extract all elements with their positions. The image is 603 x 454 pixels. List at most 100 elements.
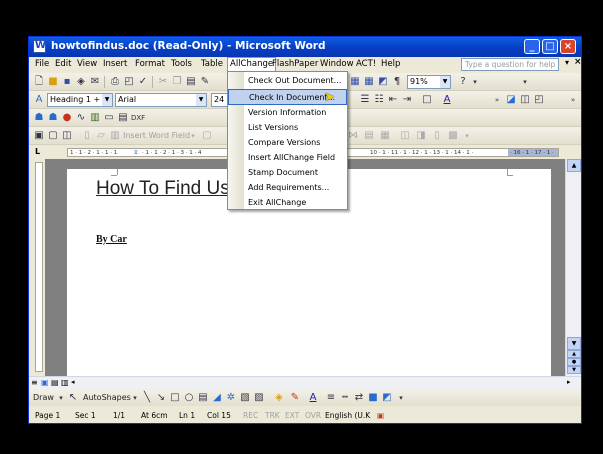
vertical-ruler[interactable] (35, 162, 43, 372)
status-rec[interactable]: REC (243, 411, 258, 420)
status-ext[interactable]: EXT (285, 411, 299, 420)
tool-icon[interactable]: ▦ (379, 130, 391, 142)
word-document-icon[interactable] (33, 40, 46, 53)
menu-edit[interactable]: Edit (55, 59, 71, 69)
tool-icon[interactable]: ▯ (81, 130, 93, 142)
scroll-down-button[interactable]: ▼ (567, 337, 581, 350)
tool-icon[interactable]: ▤ (117, 112, 129, 124)
normal-view-icon[interactable]: ≡ (31, 378, 38, 387)
tool-icon[interactable]: ⋈ (347, 130, 359, 142)
menu-flashpaper[interactable]: FlashPaper (272, 59, 318, 69)
shadow-style-icon[interactable]: ■ (367, 392, 379, 404)
scroll-right-button[interactable]: ▸ (567, 378, 571, 386)
tool-icon[interactable]: ▢ (201, 130, 213, 142)
scroll-left-button[interactable]: ◂ (71, 378, 75, 386)
picture-icon[interactable]: ▨ (253, 392, 265, 404)
arrow-icon[interactable]: ↘ (155, 392, 167, 404)
chevron-down-icon[interactable]: ▾ (129, 392, 141, 404)
tool-icon[interactable]: ▤ (363, 130, 375, 142)
review-icon[interactable]: ◰ (533, 94, 545, 106)
help-box-dropdown-icon[interactable]: ▾ (565, 58, 569, 67)
toolbar-options-icon[interactable]: » (567, 94, 579, 106)
font-select[interactable]: Arial ▼ (115, 93, 207, 107)
toolbar-options-icon[interactable]: » (491, 94, 503, 106)
status-ovr[interactable]: OVR (305, 411, 321, 420)
permission-icon[interactable]: ◈ (75, 76, 87, 88)
line-color-icon[interactable]: ✎ (289, 392, 301, 404)
tool-icon[interactable]: ▣ (33, 130, 45, 142)
draw-menu-button[interactable]: Draw (33, 393, 54, 402)
save-icon[interactable]: ▪ (61, 76, 73, 88)
show-hide-icon[interactable]: ¶ (391, 76, 403, 88)
tool-icon[interactable]: ◨ (415, 130, 427, 142)
paste-icon[interactable]: ▤ (185, 76, 197, 88)
tool-icon[interactable]: DXF (131, 112, 145, 124)
tool-icon[interactable]: ▭ (103, 112, 115, 124)
menu-format[interactable]: Format (135, 59, 165, 69)
menu-stamp-document[interactable]: Stamp Document (228, 165, 347, 181)
tab-selector-icon[interactable]: L (35, 147, 40, 156)
print-preview-icon[interactable]: ◰ (123, 76, 135, 88)
menu-compare-versions[interactable]: Compare Versions (228, 135, 347, 151)
line-icon[interactable]: ╲ (141, 392, 153, 404)
menu-window[interactable]: Window (320, 59, 354, 69)
document-heading[interactable]: How To Find Us (96, 178, 230, 200)
chevron-down-icon[interactable]: ▾ (461, 130, 473, 142)
autoshapes-menu-button[interactable]: AutoShapes (83, 393, 131, 402)
line-style-icon[interactable]: ≡ (325, 392, 337, 404)
menu-file[interactable]: File (35, 59, 49, 69)
cut-icon[interactable]: ✂ (157, 76, 169, 88)
drawing-icon[interactable]: ◩ (377, 76, 389, 88)
menu-version-information[interactable]: Version Information (228, 105, 347, 121)
tool-icon[interactable]: ◫ (399, 130, 411, 142)
stop-icon[interactable]: ● (61, 112, 73, 124)
open-folder-icon[interactable]: ■ (47, 76, 59, 88)
document-subheading[interactable]: By Car (96, 234, 127, 245)
style-select[interactable]: Heading 1 + Ur ▼ (47, 93, 113, 107)
select-browse-object-button[interactable]: ● (567, 358, 581, 366)
tool-icon[interactable]: ▯ (431, 130, 443, 142)
status-language[interactable]: English (U.K (325, 411, 370, 420)
indent-marker-icon[interactable]: ⧖ (134, 149, 138, 156)
research-icon[interactable]: ◫ (519, 94, 531, 106)
menu-tools[interactable]: Tools (171, 59, 192, 69)
tool-icon[interactable]: ▥ (109, 130, 121, 142)
fill-color-icon[interactable]: ◈ (273, 392, 285, 404)
tool-icon[interactable]: ▢ (47, 130, 59, 142)
select-objects-icon[interactable]: ↖ (67, 392, 79, 404)
checkout-icon[interactable]: ☗ (33, 112, 45, 124)
spelling-status-icon[interactable]: ▣ (377, 411, 384, 420)
menu-table[interactable]: Table (201, 59, 223, 69)
ask-question-box[interactable]: Type a question for help (461, 58, 559, 71)
wordart-icon[interactable]: ◢ (211, 392, 223, 404)
close-button[interactable]: × (560, 39, 576, 54)
format-painter-icon[interactable]: ✎ (199, 76, 211, 88)
title-bar[interactable]: howtofindus.doc (Read-Only) - Microsoft … (29, 37, 581, 57)
copy-icon[interactable]: ❐ (171, 76, 183, 88)
tool-icon[interactable]: ▱ (95, 130, 107, 142)
maximize-button[interactable]: □ (542, 39, 558, 54)
new-document-icon[interactable]: 🗋 (33, 76, 45, 88)
document-close-button[interactable]: × (574, 57, 581, 67)
outline-view-icon[interactable]: ▥ (61, 378, 69, 387)
arrow-style-icon[interactable]: ⇄ (353, 392, 365, 404)
web-layout-view-icon[interactable]: ▣ (41, 378, 49, 387)
diagram-icon[interactable]: ✲ (225, 392, 237, 404)
vertical-scrollbar[interactable]: ▲ ▼ ▲ ● ▼ (565, 159, 581, 376)
toolbar-options-icon[interactable]: ▾ (395, 392, 407, 404)
increase-indent-icon[interactable]: ⇥ (401, 94, 413, 106)
menu-check-out-document[interactable]: Check Out Document... (228, 73, 347, 89)
highlight-icon[interactable]: ◪ (505, 94, 517, 106)
checkin-icon[interactable]: ☗ (47, 112, 59, 124)
oval-icon[interactable]: ○ (183, 392, 195, 404)
insert-table-icon[interactable]: ▦ (363, 76, 375, 88)
menu-view[interactable]: View (77, 59, 97, 69)
email-icon[interactable]: ✉ (89, 76, 101, 88)
tables-borders-icon[interactable]: ▦ (349, 76, 361, 88)
bullets-icon[interactable]: ☷ (373, 94, 385, 106)
menu-exit-allchange[interactable]: Exit AllChange (228, 195, 347, 211)
tool-icon[interactable]: ▩ (447, 130, 459, 142)
next-page-button[interactable]: ▼ (567, 366, 581, 374)
spelling-icon[interactable]: ✓ (137, 76, 149, 88)
minimize-button[interactable]: _ (524, 39, 540, 54)
